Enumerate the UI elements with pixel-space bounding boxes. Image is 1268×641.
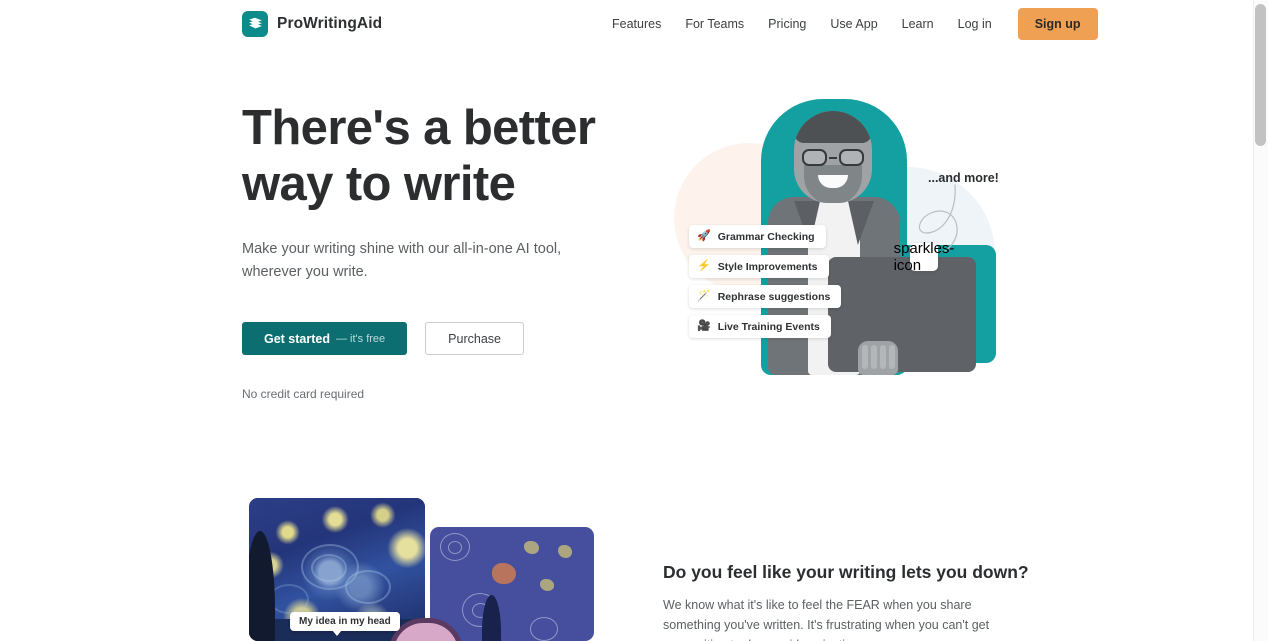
nav-link-use-app[interactable]: Use App xyxy=(818,11,889,37)
feature-pill-list: 🚀 Grammar Checking ⚡ Style Improvements … xyxy=(689,225,842,338)
person-hair xyxy=(794,111,872,143)
hero-subheadline: Make your writing shine with our all-in-… xyxy=(242,241,562,280)
feature-pill-label: Rephrase suggestions xyxy=(717,290,831,303)
nav-link-features[interactable]: Features xyxy=(600,11,673,37)
sign-up-button[interactable]: Sign up xyxy=(1017,8,1098,40)
flat-cypress-shape xyxy=(482,595,501,641)
nav-link-log-in[interactable]: Log in xyxy=(946,11,1004,37)
hero-illustration: sparkles-icon ...and more! 🚀 Grammar Che… xyxy=(660,99,1010,390)
get-started-suffix: — it's free xyxy=(336,332,386,345)
starry-night-image: My idea in my head xyxy=(249,498,425,641)
page-scrollbar-thumb[interactable] xyxy=(1255,4,1266,146)
get-started-label: Get started xyxy=(264,331,330,346)
person-hand xyxy=(858,341,898,375)
brand-logo[interactable]: ProWritingAid xyxy=(242,11,382,37)
feature-pill-label: Live Training Events xyxy=(717,320,820,333)
glasses-icon xyxy=(802,149,864,166)
flat-sun-shape xyxy=(492,563,516,584)
page-root: ProWritingAid Features For Teams Pricing… xyxy=(0,0,1268,641)
lower-section-body: We know what it's like to feel the FEAR … xyxy=(663,598,990,641)
hero-section: There's a better way to write Make your … xyxy=(242,100,642,401)
laptop-body xyxy=(828,257,976,372)
page-scrollbar-track[interactable] xyxy=(1253,0,1268,641)
book-check-icon xyxy=(242,11,268,37)
movie-camera-icon: 🎥 xyxy=(697,320,711,332)
nav-links: Features For Teams Pricing Use App Learn… xyxy=(600,8,1098,40)
no-credit-card-note: No credit card required xyxy=(242,387,365,401)
purchase-button[interactable]: Purchase xyxy=(425,322,524,355)
lightning-bolt-icon: ⚡ xyxy=(697,260,711,272)
and-more-annotation: ...and more! xyxy=(928,171,999,185)
comparison-artwork: My idea in my head xyxy=(249,498,594,641)
person-head xyxy=(794,111,872,203)
feature-pill-label: Style Improvements xyxy=(717,260,818,273)
feature-pill-rephrase-suggestions[interactable]: 🪄 Rephrase suggestions xyxy=(689,285,842,308)
feature-pill-live-training-events[interactable]: 🎥 Live Training Events xyxy=(689,315,831,338)
nav-link-pricing[interactable]: Pricing xyxy=(756,11,818,37)
lower-section: Do you feel like your writing lets you d… xyxy=(663,562,1029,641)
nav-link-for-teams[interactable]: For Teams xyxy=(673,11,756,37)
feature-pill-grammar-checking[interactable]: 🚀 Grammar Checking xyxy=(689,225,826,248)
feature-pill-style-improvements[interactable]: ⚡ Style Improvements xyxy=(689,255,829,278)
feature-pill-label: Grammar Checking xyxy=(717,230,815,243)
lower-section-title: Do you feel like your writing lets you d… xyxy=(663,562,1029,582)
top-navigation-bar: ProWritingAid Features For Teams Pricing… xyxy=(0,0,1253,48)
hero-headline: There's a better way to write xyxy=(242,101,596,211)
sparkles-icon: sparkles-icon xyxy=(893,240,955,274)
brand-name: ProWritingAid xyxy=(277,15,383,32)
rocket-icon: 🚀 xyxy=(697,230,711,242)
get-started-button[interactable]: Get started — it's free xyxy=(242,322,408,355)
nav-link-learn[interactable]: Learn xyxy=(890,11,946,37)
hero-cta-group: Get started — it's free Purchase xyxy=(242,322,642,355)
flat-imitation-image xyxy=(430,527,594,641)
magic-wand-icon: 🪄 xyxy=(697,290,711,302)
image-caption-my-idea: My idea in my head xyxy=(290,612,400,636)
